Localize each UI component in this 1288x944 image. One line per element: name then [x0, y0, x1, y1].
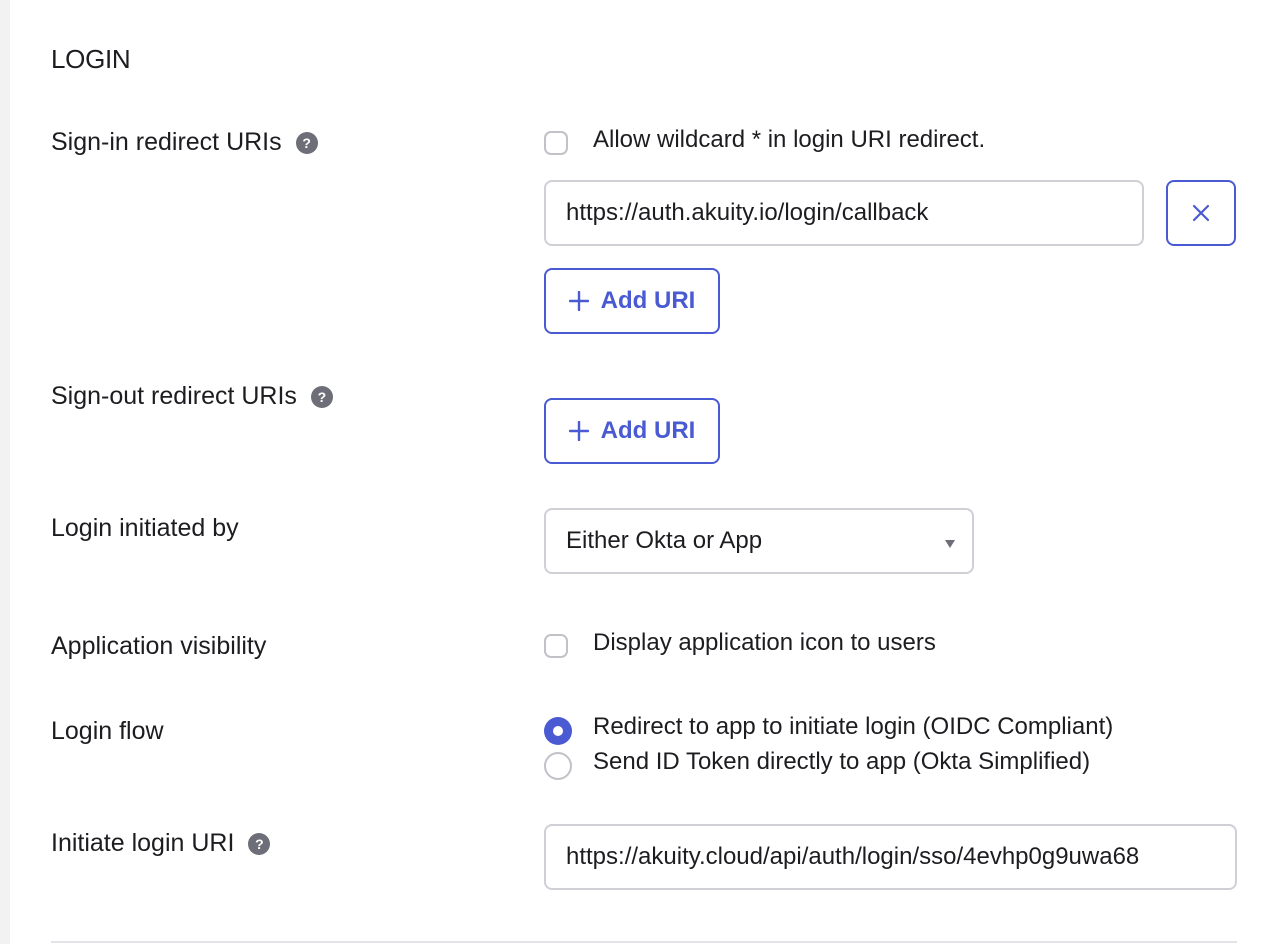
initiate-login-uri-label: Initiate login URI [51, 829, 235, 857]
login-flow-option-simplified: Send ID Token directly to app (Okta Simp… [593, 748, 1091, 775]
allow-wildcard-label: Allow wildcard * in login URI redirect. [593, 126, 986, 153]
login-flow-radio-simplified[interactable] [544, 752, 572, 780]
sign-out-redirect-label-row: Sign-out redirect URIs ? [51, 382, 333, 411]
remove-uri-button[interactable] [1166, 180, 1236, 246]
close-icon [1192, 204, 1210, 222]
sign-in-uri-input[interactable] [544, 180, 1144, 246]
add-uri-label: Add URI [600, 417, 696, 444]
caret-down-icon [945, 540, 955, 548]
plus-icon [568, 291, 589, 311]
section-divider [51, 941, 1237, 943]
add-sign-out-uri-button[interactable]: Add URI [544, 398, 720, 464]
login-initiated-label: Login initiated by [51, 514, 239, 542]
help-icon[interactable]: ? [248, 832, 271, 855]
sign-in-redirect-label: Sign-in redirect URIs [51, 128, 282, 156]
initiate-login-uri-input[interactable] [544, 824, 1237, 890]
display-icon-checkbox[interactable] [544, 634, 568, 658]
sign-out-redirect-label: Sign-out redirect URIs [51, 382, 297, 410]
add-sign-in-uri-button[interactable]: Add URI [544, 268, 720, 334]
add-uri-label: Add URI [600, 287, 696, 314]
help-icon[interactable]: ? [310, 385, 333, 408]
allow-wildcard-checkbox[interactable] [544, 131, 568, 155]
login-settings-card: LOGIN Sign-in redirect URIs ? Allow wild… [10, 0, 1288, 944]
login-initiated-value: Either Okta or App [566, 527, 763, 554]
display-icon-label: Display application icon to users [593, 629, 936, 656]
login-initiated-select[interactable]: Either Okta or App [544, 508, 974, 574]
login-flow-label: Login flow [51, 717, 164, 745]
help-icon[interactable]: ? [295, 131, 318, 154]
initiate-login-uri-label-row: Initiate login URI ? [51, 829, 271, 858]
section-title: LOGIN [51, 44, 131, 74]
login-flow-radio-oidc[interactable] [544, 717, 572, 745]
application-visibility-label: Application visibility [51, 632, 267, 660]
plus-icon [568, 421, 589, 441]
sign-in-redirect-label-row: Sign-in redirect URIs ? [51, 128, 318, 157]
login-flow-option-oidc: Redirect to app to initiate login (OIDC … [593, 713, 1114, 740]
